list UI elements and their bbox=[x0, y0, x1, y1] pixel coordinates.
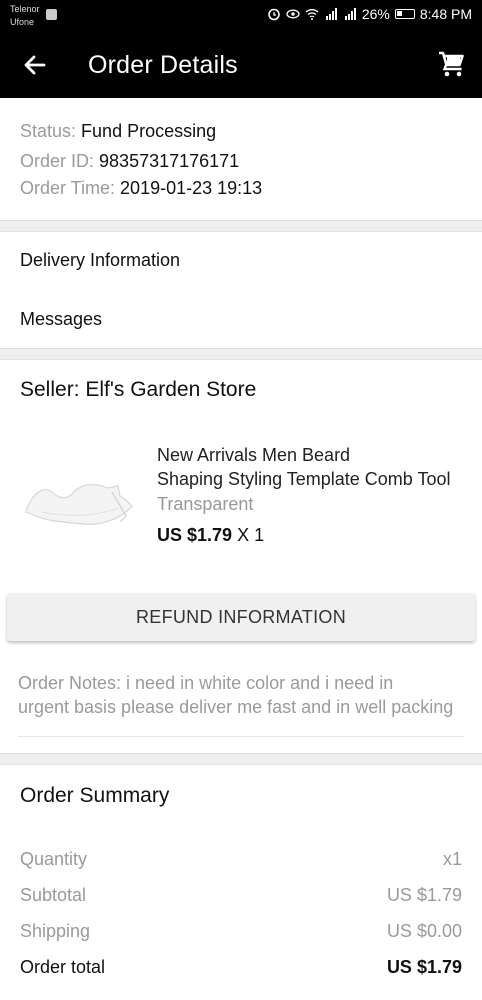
order-summary-title: Order Summary bbox=[20, 784, 170, 807]
status-label: Status: bbox=[20, 121, 77, 141]
shopping-cart-icon[interactable] bbox=[436, 48, 468, 80]
seller-name[interactable]: Seller: Elf's Garden Store bbox=[20, 378, 256, 402]
product-title-line-1: New Arrivals Men Beard bbox=[157, 445, 351, 465]
order-notes-label: Order Notes: bbox=[18, 673, 122, 693]
order-id-label: Order ID: bbox=[20, 151, 95, 171]
product-price: US $1.79 bbox=[157, 525, 233, 545]
carrier-2: Ufone bbox=[10, 17, 35, 27]
product-title[interactable]: New Arrivals Men Beard Shaping Styling T… bbox=[157, 443, 467, 491]
shipping-label: Shipping bbox=[20, 921, 91, 941]
messages-link[interactable]: Messages bbox=[20, 309, 102, 330]
shipping-value: US $0.00 bbox=[386, 921, 462, 941]
eye-icon bbox=[286, 9, 300, 19]
carrier-1: Telenor bbox=[10, 4, 40, 14]
product-variant: Transparent bbox=[157, 494, 254, 514]
product-thumbnail[interactable] bbox=[22, 456, 140, 536]
product-title-line-2: Shaping Styling Template Comb Tool bbox=[157, 469, 451, 489]
battery-icon bbox=[394, 9, 415, 19]
subtotal-label: Subtotal bbox=[20, 885, 87, 905]
refund-information-button[interactable]: REFUND INFORMATION bbox=[7, 593, 475, 641]
product-price-row: US $1.79 X 1 bbox=[157, 525, 264, 546]
order-time-label: Order Time: bbox=[20, 178, 116, 198]
quantity-value: x1 bbox=[442, 849, 462, 869]
status-value: Fund Processing bbox=[81, 121, 217, 141]
battery-percent: 26% bbox=[361, 6, 390, 22]
arrow-left-icon[interactable] bbox=[20, 50, 50, 80]
order-notes-text-1: i need in white color and i need in bbox=[121, 673, 394, 693]
order-time-row: Order Time: 2019-01-23 19:13 bbox=[20, 178, 262, 199]
section-divider bbox=[0, 753, 482, 765]
signal-2-icon bbox=[344, 8, 356, 20]
order-status-row: Status: Fund Processing bbox=[20, 121, 216, 142]
delivery-information-link[interactable]: Delivery Information bbox=[20, 250, 180, 271]
notes-separator bbox=[18, 736, 464, 737]
section-divider bbox=[0, 220, 482, 232]
facebook-notification-icon bbox=[46, 9, 57, 20]
app-bar: Order Details bbox=[0, 32, 482, 98]
status-right: 26% 8:48 PM bbox=[267, 6, 472, 22]
alarm-icon bbox=[268, 8, 280, 21]
quantity-label: Quantity bbox=[20, 849, 88, 869]
wifi-icon bbox=[305, 9, 319, 20]
section-divider bbox=[0, 348, 482, 360]
product-quantity: X 1 bbox=[237, 525, 265, 545]
page-title: Order Details bbox=[88, 51, 238, 79]
order-time-value: 2019-01-23 19:13 bbox=[120, 178, 263, 198]
order-total-value: US $1.79 bbox=[386, 957, 462, 977]
order-id-value: 98357317176171 bbox=[99, 151, 240, 171]
order-notes: Order Notes: i need in white color and i… bbox=[18, 671, 464, 719]
subtotal-value: US $1.79 bbox=[386, 885, 462, 905]
signal-1-icon bbox=[325, 8, 337, 20]
order-total-label: Order total bbox=[20, 957, 106, 977]
clock: 8:48 PM bbox=[419, 6, 472, 22]
status-bar: Telenor Ufone 26% 8:48 PM bbox=[0, 0, 482, 32]
order-id-row: Order ID: 98357317176171 bbox=[20, 151, 239, 172]
carrier-names: Telenor Ufone bbox=[10, 3, 40, 29]
order-notes-line-1: Order Notes: i need in white color and i… bbox=[18, 671, 464, 695]
order-notes-text-2: urgent basis please deliver me fast and … bbox=[18, 697, 454, 717]
